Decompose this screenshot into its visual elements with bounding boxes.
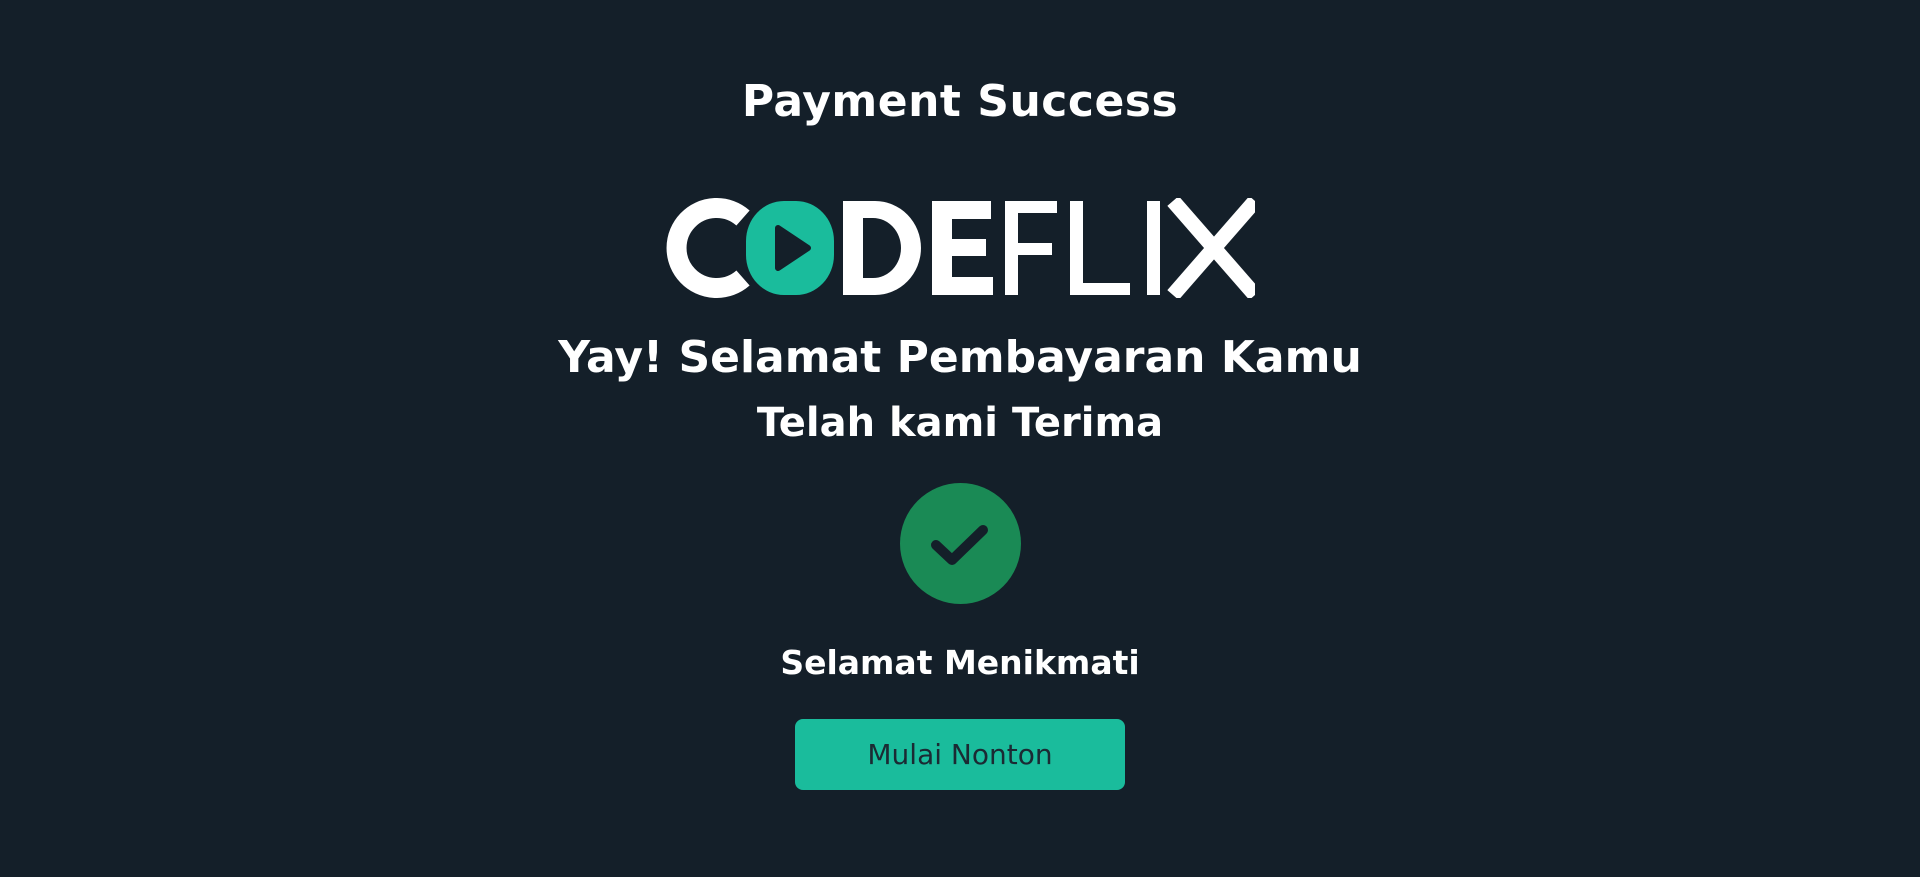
logo-letter-i	[1147, 201, 1160, 295]
payment-success-page: Payment Success Yay! Selamat Pembayaran …	[0, 0, 1920, 877]
success-message-line-2: Telah kami Terima	[756, 400, 1164, 446]
logo-letter-f	[1005, 201, 1057, 295]
logo-letter-x	[1167, 198, 1255, 298]
logo-letter-c	[666, 198, 750, 298]
logo-letter-d	[843, 201, 921, 295]
start-watching-button[interactable]: Mulai Nonton	[795, 719, 1125, 790]
codeflix-logo	[666, 198, 1255, 298]
logo-letter-e	[932, 201, 993, 295]
check-circle-icon	[900, 483, 1021, 604]
logo-letter-l	[1070, 201, 1130, 295]
page-title: Payment Success	[741, 76, 1179, 127]
enjoy-text: Selamat Menikmati	[780, 643, 1140, 682]
success-message-line-1: Yay! Selamat Pembayaran Kamu	[558, 332, 1362, 383]
